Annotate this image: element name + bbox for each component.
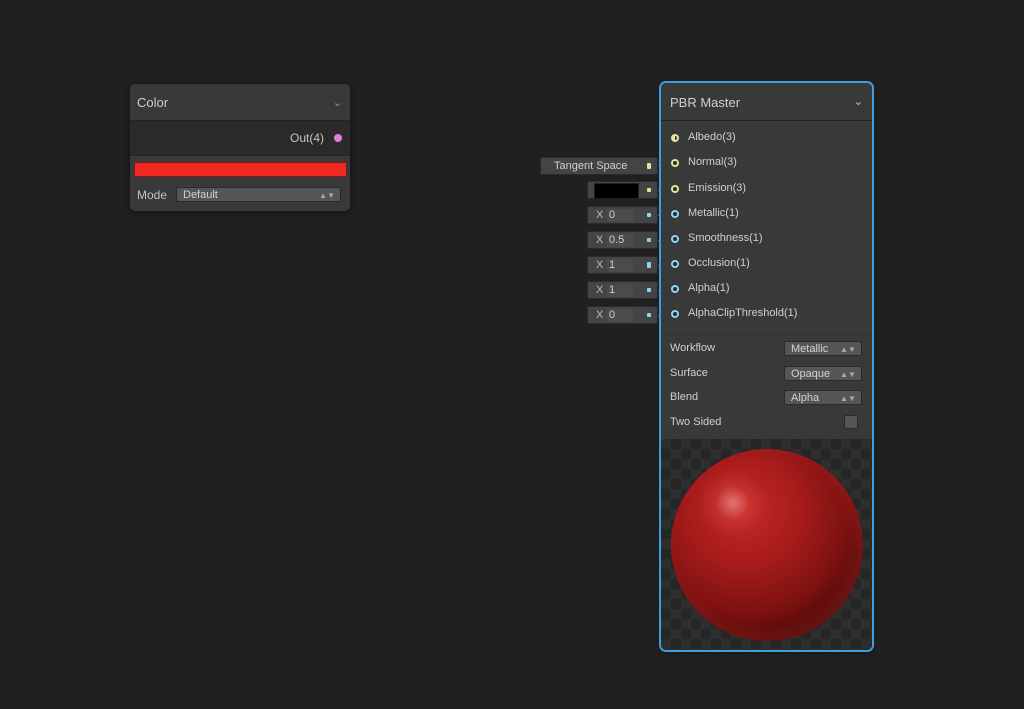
mode-dropdown-value: Default bbox=[183, 189, 218, 201]
blend-dropdown[interactable]: Alpha ▲▼ bbox=[784, 390, 862, 405]
preview-sphere bbox=[671, 449, 863, 641]
metallic-label: Metallic(1) bbox=[688, 207, 739, 219]
dropdown-arrow-icon: ▲▼ bbox=[840, 370, 856, 379]
metallic-field[interactable]: X 0 bbox=[587, 206, 658, 224]
pbr-input-list: Albedo(3) Normal(3) Emission(3) Metallic… bbox=[661, 121, 872, 333]
input-row-normal: Normal(3) bbox=[661, 153, 872, 173]
normal-label: Normal(3) bbox=[688, 156, 737, 168]
albedo-label: Albedo(3) bbox=[688, 131, 736, 143]
smoothness-label: Smoothness(1) bbox=[688, 232, 763, 244]
alpha-port-icon[interactable] bbox=[671, 285, 679, 293]
smoothness-port-icon[interactable] bbox=[671, 235, 679, 243]
color-output-label: Out(4) bbox=[289, 131, 324, 145]
emission-label: Emission(3) bbox=[688, 182, 747, 194]
color-node-title: Color bbox=[137, 95, 169, 110]
two-sided-checkbox[interactable] bbox=[844, 415, 858, 429]
input-row-occlusion: Occlusion(1) bbox=[661, 254, 872, 274]
alpha-clip-threshold-value[interactable]: 0 bbox=[607, 309, 633, 322]
pbr-master-title: PBR Master bbox=[670, 95, 741, 110]
smoothness-field[interactable]: X 0.5 bbox=[587, 231, 658, 249]
metallic-field-port-icon bbox=[647, 213, 651, 217]
surface-value: Opaque bbox=[791, 368, 831, 380]
dropdown-arrow-icon: ▲▼ bbox=[319, 191, 335, 200]
pbr-settings-panel: Workflow Metallic ▲▼ Surface Opaque ▲▼ B… bbox=[661, 334, 872, 439]
pbr-master-node[interactable]: PBR Master ⌄ Albedo(3) Normal(3) Emissio… bbox=[661, 83, 872, 650]
emission-port-icon[interactable] bbox=[671, 185, 679, 193]
smoothness-field-port-icon bbox=[647, 238, 651, 242]
workflow-label: Workflow bbox=[670, 342, 716, 354]
normal-port-icon[interactable] bbox=[671, 159, 679, 167]
alpha-clip-axis-label: X bbox=[596, 309, 604, 321]
blend-label: Blend bbox=[670, 391, 699, 403]
occlusion-axis-label: X bbox=[596, 259, 604, 271]
alpha-axis-label: X bbox=[596, 284, 604, 296]
occlusion-field[interactable]: X 1 bbox=[587, 256, 658, 274]
alpha-field-port-icon bbox=[647, 288, 651, 292]
emission-color-field[interactable] bbox=[587, 181, 658, 199]
occlusion-value[interactable]: 1 bbox=[607, 259, 633, 272]
alpha-value[interactable]: 1 bbox=[607, 284, 633, 297]
input-row-smoothness: Smoothness(1) bbox=[661, 229, 872, 249]
surface-dropdown[interactable]: Opaque ▲▼ bbox=[784, 366, 862, 381]
emission-field-port-icon bbox=[647, 188, 651, 192]
workflow-value: Metallic bbox=[791, 343, 829, 355]
two-sided-label: Two Sided bbox=[670, 416, 722, 428]
mode-label: Mode bbox=[137, 188, 168, 202]
input-row-albedo: Albedo(3) bbox=[661, 128, 872, 148]
normal-field-port-icon bbox=[647, 163, 651, 169]
metallic-port-icon[interactable] bbox=[671, 210, 679, 218]
emission-color-swatch[interactable] bbox=[594, 183, 639, 199]
input-row-alpha: Alpha(1) bbox=[661, 279, 872, 299]
normal-space-value: Tangent Space bbox=[554, 160, 628, 172]
smoothness-axis-label: X bbox=[596, 234, 604, 246]
input-row-emission: Emission(3) bbox=[661, 179, 872, 199]
occlusion-label: Occlusion(1) bbox=[688, 257, 750, 269]
alpha-clip-field-port-icon bbox=[647, 313, 651, 317]
albedo-port-icon[interactable] bbox=[671, 134, 679, 142]
metallic-value[interactable]: 0 bbox=[607, 209, 633, 222]
color-node[interactable]: Color ⌄ Out(4) Mode Default ▲▼ bbox=[130, 84, 350, 211]
occlusion-field-port-icon bbox=[647, 262, 651, 268]
mode-dropdown[interactable]: Default ▲▼ bbox=[176, 187, 341, 202]
color-swatch-field[interactable] bbox=[134, 162, 347, 177]
smoothness-value[interactable]: 0.5 bbox=[607, 234, 633, 247]
pbr-master-header[interactable]: PBR Master ⌄ bbox=[661, 83, 872, 121]
collapse-chevron-icon[interactable]: ⌄ bbox=[333, 96, 342, 109]
alpha-clip-threshold-label: AlphaClipThreshold(1) bbox=[688, 307, 798, 319]
material-preview[interactable] bbox=[661, 439, 872, 650]
collapse-chevron-icon[interactable]: ⌄ bbox=[854, 95, 863, 108]
alpha-clip-threshold-field[interactable]: X 0 bbox=[587, 306, 658, 324]
normal-space-field[interactable]: Tangent Space bbox=[540, 157, 658, 175]
input-row-metallic: Metallic(1) bbox=[661, 204, 872, 224]
surface-label: Surface bbox=[670, 367, 708, 379]
blend-value: Alpha bbox=[791, 392, 820, 404]
dropdown-arrow-icon: ▲▼ bbox=[840, 394, 856, 403]
color-output-row: Out(4) bbox=[130, 121, 350, 156]
alpha-field[interactable]: X 1 bbox=[587, 281, 658, 299]
alpha-label: Alpha(1) bbox=[688, 282, 730, 294]
workflow-dropdown[interactable]: Metallic ▲▼ bbox=[784, 341, 862, 356]
input-row-alpha-clip-threshold: AlphaClipThreshold(1) bbox=[661, 304, 872, 324]
color-output-port-icon[interactable] bbox=[334, 134, 342, 142]
occlusion-port-icon[interactable] bbox=[671, 260, 679, 268]
alpha-clip-threshold-port-icon[interactable] bbox=[671, 310, 679, 318]
color-node-header[interactable]: Color ⌄ bbox=[130, 84, 350, 121]
dropdown-arrow-icon: ▲▼ bbox=[840, 345, 856, 354]
metallic-axis-label: X bbox=[596, 209, 604, 221]
